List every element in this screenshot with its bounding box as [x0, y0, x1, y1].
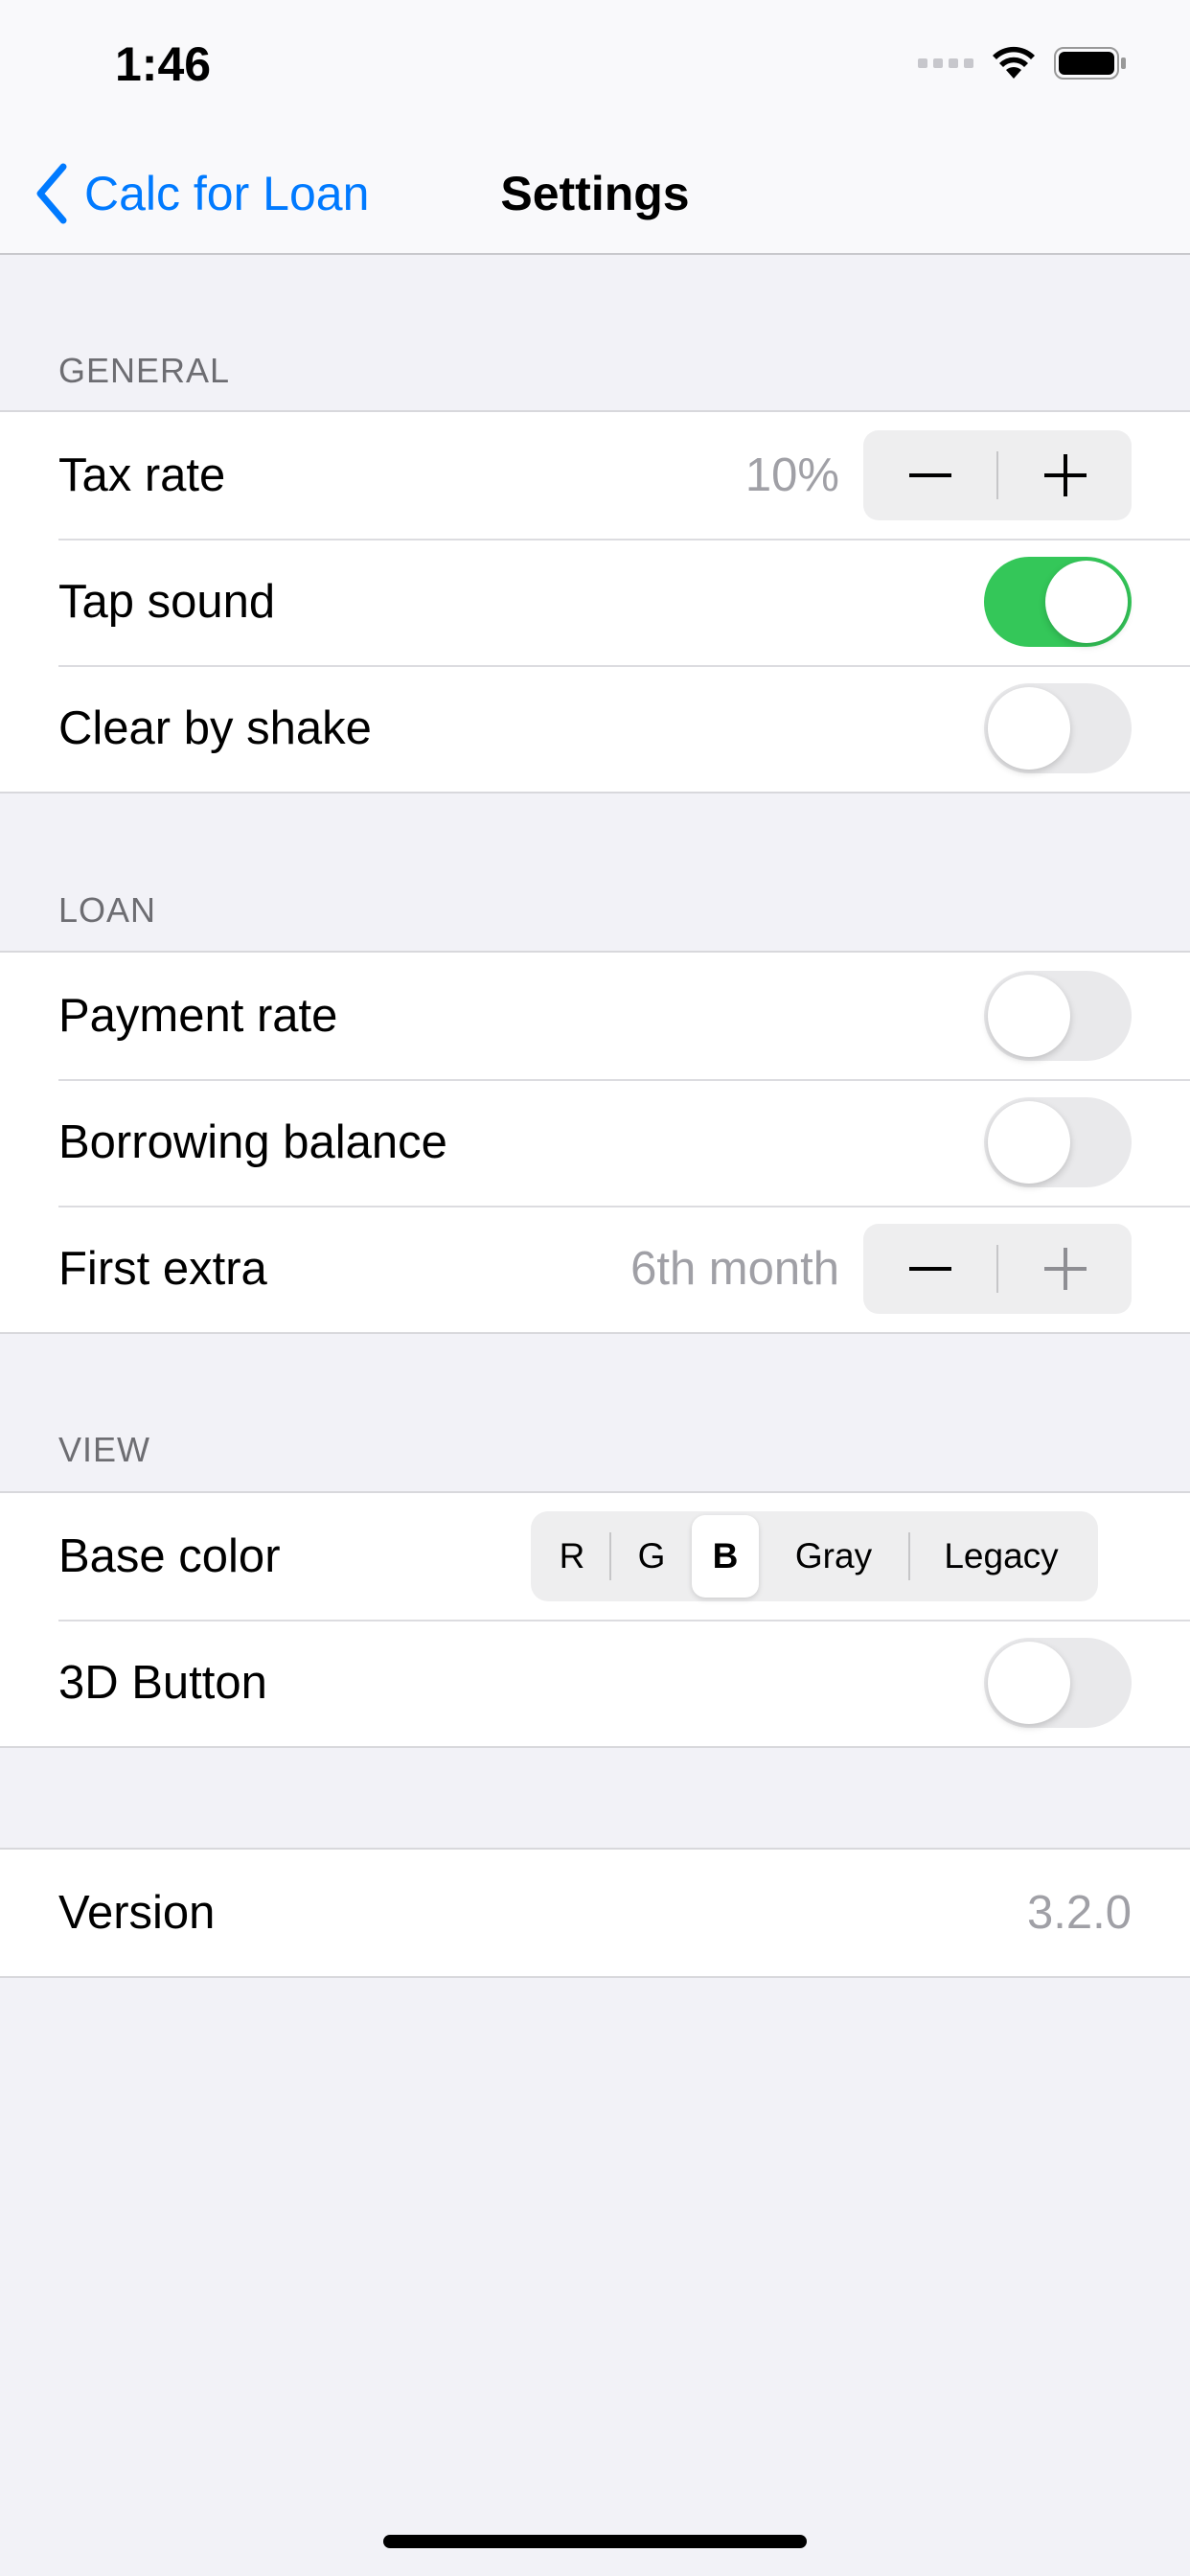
tax-rate-stepper[interactable] — [863, 430, 1132, 520]
version-label: Version — [58, 1887, 216, 1939]
toggle-knob — [1045, 561, 1128, 643]
row-payment-rate: Payment rate — [0, 953, 1190, 1079]
row-tap-sound: Tap sound — [0, 539, 1190, 665]
status-time: 1:46 — [115, 37, 212, 91]
home-indicator — [383, 2535, 807, 2548]
payment-rate-toggle[interactable] — [984, 971, 1132, 1061]
row-base-color: Base color R G B Gray Legacy — [0, 1493, 1190, 1620]
tax-rate-label: Tax rate — [58, 449, 226, 501]
clear-by-shake-label: Clear by shake — [58, 702, 372, 754]
cellular-signal-icon — [918, 58, 973, 68]
battery-icon — [1054, 47, 1126, 80]
base-color-label: Base color — [58, 1530, 281, 1582]
toggle-knob — [988, 1642, 1070, 1724]
segment-g[interactable]: G — [611, 1515, 692, 1598]
row-first-extra: First extra 6th month — [0, 1206, 1190, 1332]
3d-button-label: 3D Button — [58, 1657, 267, 1709]
first-extra-label: First extra — [58, 1243, 267, 1295]
wifi-icon — [993, 46, 1035, 79]
base-color-segmented-control[interactable]: R G B Gray Legacy — [531, 1511, 1098, 1601]
row-clear-by-shake: Clear by shake — [0, 665, 1190, 792]
page-title: Settings — [500, 167, 690, 220]
first-extra-value: 6th month — [630, 1243, 839, 1295]
group-loan: Payment rate Borrowing balance First ext… — [0, 951, 1190, 1334]
toggle-knob — [988, 1101, 1070, 1184]
tax-rate-value: 10% — [744, 449, 839, 501]
plus-icon — [1043, 1248, 1087, 1290]
3d-button-toggle[interactable] — [984, 1638, 1132, 1728]
borrowing-balance-label: Borrowing balance — [58, 1116, 447, 1168]
group-general: Tax rate 10% Tap sound Clear by shake — [0, 410, 1190, 794]
first-extra-increment-button[interactable] — [998, 1224, 1132, 1314]
group-about: Version 3.2.0 — [0, 1848, 1190, 1978]
segment-b[interactable]: B — [692, 1515, 759, 1598]
row-version: Version 3.2.0 — [0, 1850, 1190, 1976]
minus-icon — [908, 473, 951, 477]
segment-legacy[interactable]: Legacy — [910, 1515, 1092, 1598]
tax-rate-increment-button[interactable] — [998, 430, 1132, 520]
section-header-general: GENERAL — [58, 351, 231, 390]
plus-icon — [1043, 454, 1087, 496]
section-header-loan: LOAN — [58, 890, 157, 930]
payment-rate-label: Payment rate — [58, 990, 338, 1042]
status-icons — [918, 46, 1127, 80]
version-value: 3.2.0 — [1027, 1887, 1132, 1939]
navigation-bar: Calc for Loan Settings — [0, 134, 1190, 255]
row-borrowing-balance: Borrowing balance — [0, 1079, 1190, 1206]
tap-sound-toggle[interactable] — [984, 557, 1132, 647]
toggle-knob — [988, 975, 1070, 1057]
borrowing-balance-toggle[interactable] — [984, 1097, 1132, 1187]
toggle-knob — [988, 687, 1070, 770]
first-extra-decrement-button[interactable] — [863, 1224, 996, 1314]
row-tax-rate: Tax rate 10% — [0, 412, 1190, 539]
minus-icon — [908, 1267, 951, 1271]
row-3d-button: 3D Button — [0, 1620, 1190, 1746]
tax-rate-decrement-button[interactable] — [863, 430, 996, 520]
group-view: Base color R G B Gray Legacy 3D Button — [0, 1491, 1190, 1748]
tap-sound-label: Tap sound — [58, 576, 276, 628]
segment-r[interactable]: R — [535, 1515, 609, 1598]
section-header-view: VIEW — [58, 1430, 151, 1469]
status-bar: 1:46 — [0, 0, 1190, 134]
first-extra-stepper[interactable] — [863, 1224, 1132, 1314]
segment-gray[interactable]: Gray — [759, 1515, 908, 1598]
clear-by-shake-toggle[interactable] — [984, 683, 1132, 773]
